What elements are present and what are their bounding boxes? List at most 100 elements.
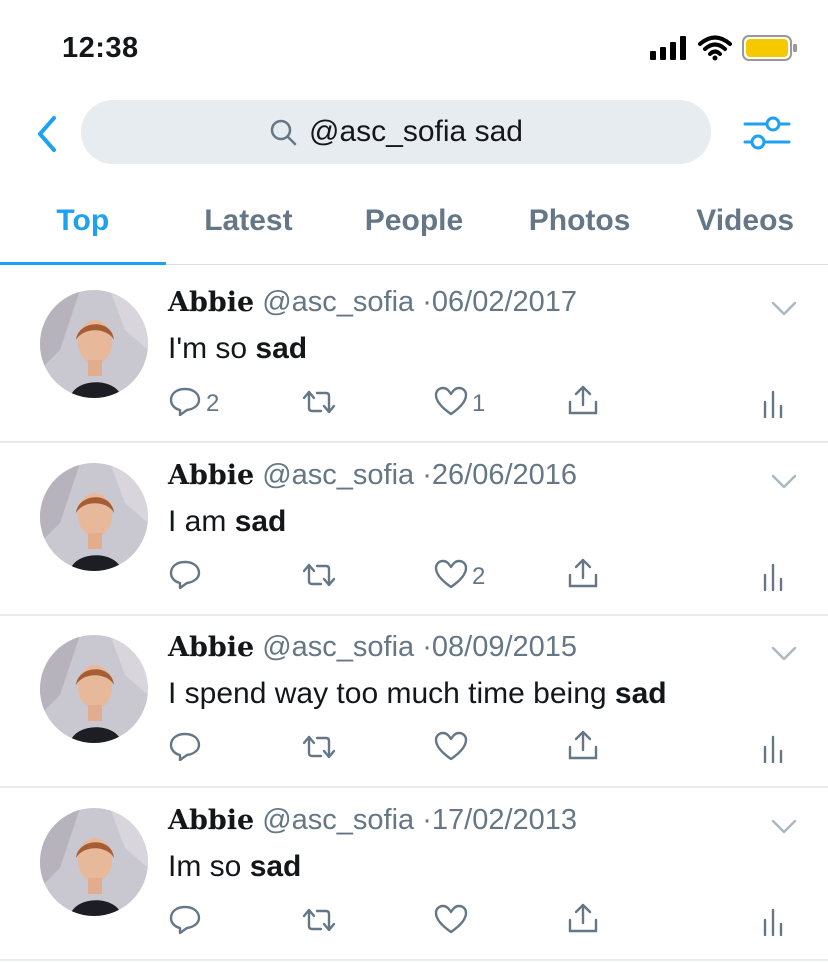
- analytics-button[interactable]: [762, 561, 784, 596]
- like-icon: [434, 904, 468, 939]
- avatar[interactable]: [40, 808, 148, 916]
- author-name[interactable]: Abbie: [168, 287, 254, 318]
- share-button[interactable]: [566, 902, 600, 939]
- author-handle[interactable]: @asc_sofia: [262, 459, 414, 491]
- retweet-icon: [300, 906, 338, 939]
- chevron-down-icon[interactable]: [770, 473, 798, 491]
- tweet-text: Im so sad: [168, 850, 301, 884]
- tab-people[interactable]: People: [331, 190, 497, 264]
- tweet-date: 17/02/2013: [431, 804, 578, 836]
- tab-top[interactable]: Top: [0, 190, 166, 265]
- reply-button[interactable]: 2: [168, 386, 219, 421]
- retweet-button[interactable]: [300, 733, 342, 766]
- status-bar: 12:38: [0, 0, 828, 96]
- tab-photos[interactable]: Photos: [497, 190, 663, 264]
- tweet-text: I am sad: [168, 505, 286, 539]
- separator-dot: ·: [422, 804, 432, 836]
- tweet-date: 06/02/2017: [431, 286, 578, 318]
- tweet-header: Abbie @asc_sofia ·06/02/2017: [168, 286, 577, 319]
- reply-icon: [168, 731, 202, 766]
- reply-button[interactable]: [168, 731, 206, 766]
- tweet-text-highlight: sad: [255, 332, 308, 365]
- tab-latest[interactable]: Latest: [166, 190, 332, 264]
- share-button[interactable]: [566, 557, 600, 594]
- tweet-text-highlight: sad: [249, 850, 302, 883]
- tweet-text: I'm so sad: [168, 332, 307, 366]
- reply-button[interactable]: [168, 904, 206, 939]
- back-chevron-icon[interactable]: [32, 114, 64, 154]
- tweet-text-highlight: sad: [614, 677, 667, 710]
- retweet-icon: [300, 388, 338, 421]
- avatar[interactable]: [40, 463, 148, 571]
- separator-dot: ·: [422, 286, 432, 318]
- system-icons: [640, 34, 798, 67]
- status-time: 12:38: [62, 32, 139, 64]
- retweet-button[interactable]: [300, 906, 342, 939]
- reply-icon: [168, 386, 202, 421]
- share-icon: [566, 902, 600, 939]
- analytics-button[interactable]: [762, 388, 784, 423]
- tweet-date: 26/06/2016: [431, 459, 578, 491]
- analytics-icon: [762, 733, 784, 768]
- search-tabs: Top Latest People Photos Videos: [0, 190, 828, 265]
- separator-dot: ·: [422, 631, 432, 663]
- author-handle[interactable]: @asc_sofia: [262, 804, 414, 836]
- tweet-text-plain: I'm so: [168, 332, 256, 365]
- tweet-date: 08/09/2015: [431, 631, 578, 663]
- share-icon: [566, 557, 600, 594]
- tweet-text-plain: I spend way too much time being: [168, 677, 615, 710]
- like-count: 2: [472, 562, 486, 590]
- author-name[interactable]: Abbie: [168, 632, 254, 663]
- tweet-text-plain: I am: [168, 505, 235, 538]
- like-button[interactable]: [434, 731, 472, 766]
- search-icon: [270, 119, 297, 146]
- like-button[interactable]: [434, 904, 472, 939]
- retweet-icon: [300, 733, 338, 766]
- analytics-icon: [762, 906, 784, 941]
- like-button[interactable]: 2: [434, 559, 485, 594]
- like-count: 1: [472, 389, 486, 417]
- reply-icon: [168, 904, 202, 939]
- like-icon: [434, 559, 468, 594]
- analytics-icon: [762, 388, 784, 423]
- share-icon: [566, 729, 600, 766]
- tweet[interactable]: Abbie @asc_sofia ·08/09/2015 I spend way…: [0, 613, 828, 788]
- reply-icon: [168, 559, 202, 594]
- reply-button[interactable]: [168, 559, 206, 594]
- author-name[interactable]: Abbie: [168, 805, 254, 836]
- chevron-down-icon[interactable]: [770, 645, 798, 663]
- tweet-header: Abbie @asc_sofia ·08/09/2015: [168, 631, 577, 664]
- tweet[interactable]: Abbie @asc_sofia ·06/02/2017 I'm so sad …: [0, 268, 828, 443]
- tweet-header: Abbie @asc_sofia ·17/02/2013: [168, 804, 577, 837]
- tweet[interactable]: Abbie @asc_sofia ·26/06/2016 I am sad 2: [0, 441, 828, 616]
- wifi-icon: [698, 35, 732, 66]
- avatar[interactable]: [40, 635, 148, 743]
- share-button[interactable]: [566, 729, 600, 766]
- analytics-button[interactable]: [762, 906, 784, 941]
- tweet-text: I spend way too much time being sad: [168, 677, 667, 711]
- author-handle[interactable]: @asc_sofia: [262, 631, 414, 663]
- search-bar-row: @asc_sofia sad: [0, 100, 828, 166]
- separator-dot: ·: [422, 459, 432, 491]
- search-input[interactable]: @asc_sofia sad: [81, 100, 711, 164]
- chevron-down-icon[interactable]: [770, 818, 798, 836]
- analytics-icon: [762, 561, 784, 596]
- tweet[interactable]: Abbie @asc_sofia ·17/02/2013 Im so sad: [0, 786, 828, 961]
- avatar[interactable]: [40, 290, 148, 398]
- like-button[interactable]: 1: [434, 386, 485, 421]
- battery-icon: [742, 34, 798, 67]
- share-button[interactable]: [566, 384, 600, 421]
- retweet-button[interactable]: [300, 388, 342, 421]
- retweet-icon: [300, 561, 338, 594]
- tweet-text-highlight: sad: [234, 505, 287, 538]
- filter-sliders-icon[interactable]: [742, 112, 792, 154]
- retweet-button[interactable]: [300, 561, 342, 594]
- author-handle[interactable]: @asc_sofia: [262, 286, 414, 318]
- author-name[interactable]: Abbie: [168, 460, 254, 491]
- analytics-button[interactable]: [762, 733, 784, 768]
- like-icon: [434, 731, 468, 766]
- reply-count: 2: [206, 389, 220, 417]
- share-icon: [566, 384, 600, 421]
- chevron-down-icon[interactable]: [770, 300, 798, 318]
- tab-videos[interactable]: Videos: [662, 190, 828, 264]
